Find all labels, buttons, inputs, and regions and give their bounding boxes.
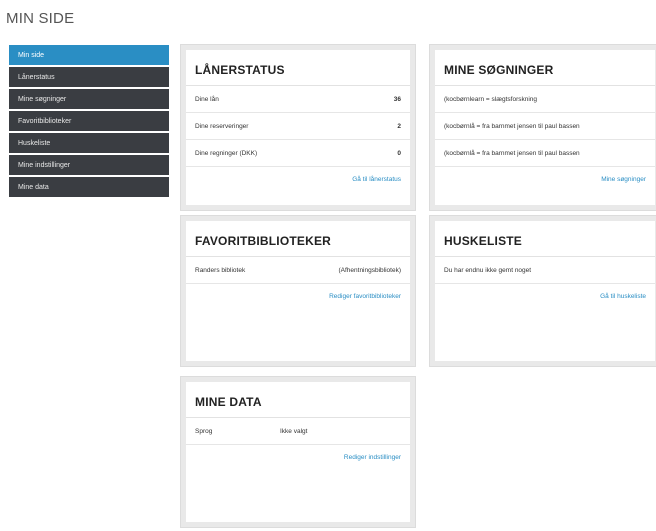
- sidebar-item-mine-sogninger[interactable]: Mine søgninger: [9, 89, 169, 111]
- bills-label: Dine regninger (DKK): [195, 150, 258, 157]
- loans-label: Dine lån: [195, 96, 219, 103]
- language-value: Ikke valgt: [280, 428, 308, 435]
- mine-sogninger-title: MINE SØGNINGER: [435, 50, 655, 86]
- goto-lanerstatus-link[interactable]: Gå til lånerstatus: [186, 167, 410, 193]
- edit-favorites-link[interactable]: Rediger favoritbiblioteker: [186, 284, 410, 310]
- favorite-library-name: Randers bibliotek: [195, 267, 246, 274]
- loans-row: Dine lån 36: [186, 86, 410, 113]
- sidebar-item-mine-data[interactable]: Mine data: [9, 177, 169, 199]
- saved-search-item[interactable]: (kocbørnlå = fra barnmet jensen til paul…: [435, 113, 655, 140]
- lanerstatus-title: LÅNERSTATUS: [186, 50, 410, 86]
- pickup-library-tag: (Afhentningsbibliotek): [338, 267, 401, 274]
- language-label: Sprog: [195, 428, 213, 435]
- mine-sogninger-link[interactable]: Mine søgninger: [435, 167, 655, 193]
- edit-settings-link[interactable]: Rediger indstillinger: [186, 445, 410, 471]
- reservations-count: 2: [397, 123, 401, 130]
- bills-amount: 0: [397, 150, 401, 157]
- saved-search-item[interactable]: (kocbørnlearn = slægtsforskning: [435, 86, 655, 113]
- reservations-row: Dine reserveringer 2: [186, 113, 410, 140]
- favoritbiblioteker-title: FAVORITBIBLIOTEKER: [186, 221, 410, 257]
- huskeliste-title: HUSKELISTE: [435, 221, 655, 257]
- favorite-library-row: Randers bibliotek (Afhentningsbibliotek): [186, 257, 410, 284]
- goto-huskeliste-link[interactable]: Gå til huskeliste: [435, 284, 655, 310]
- saved-search-item[interactable]: (kocbørnlå = fra barnmet jensen til paul…: [435, 140, 655, 167]
- sidebar-nav: Min side Lånerstatus Mine søgninger Favo…: [9, 45, 169, 199]
- sidebar-item-mine-indstillinger[interactable]: Mine indstillinger: [9, 155, 169, 177]
- huskeliste-empty-message: Du har endnu ikke gemt noget: [435, 257, 655, 284]
- loans-count: 36: [393, 96, 401, 103]
- bills-row: Dine regninger (DKK) 0: [186, 140, 410, 167]
- mine-data-card: MINE DATA Sprog Ikke valgt Rediger indst…: [181, 377, 415, 527]
- reservations-label: Dine reserveringer: [195, 123, 249, 130]
- favoritbiblioteker-card: FAVORITBIBLIOTEKER Randers bibliotek (Af…: [181, 216, 415, 366]
- mine-sogninger-card: MINE SØGNINGER (kocbørnlearn = slægtsfor…: [430, 45, 656, 210]
- huskeliste-card: HUSKELISTE Du har endnu ikke gemt noget …: [430, 216, 656, 366]
- sidebar-item-huskeliste[interactable]: Huskeliste: [9, 133, 169, 155]
- sidebar-item-lanerstatus[interactable]: Lånerstatus: [9, 67, 169, 89]
- language-row: Sprog Ikke valgt: [186, 418, 410, 445]
- sidebar-item-min-side[interactable]: Min side: [9, 45, 169, 67]
- sidebar-item-favoritbiblioteker[interactable]: Favoritbiblioteker: [9, 111, 169, 133]
- mine-data-title: MINE DATA: [186, 382, 410, 418]
- lanerstatus-card: LÅNERSTATUS Dine lån 36 Dine reservering…: [181, 45, 415, 210]
- page-title: MIN SIDE: [6, 10, 75, 27]
